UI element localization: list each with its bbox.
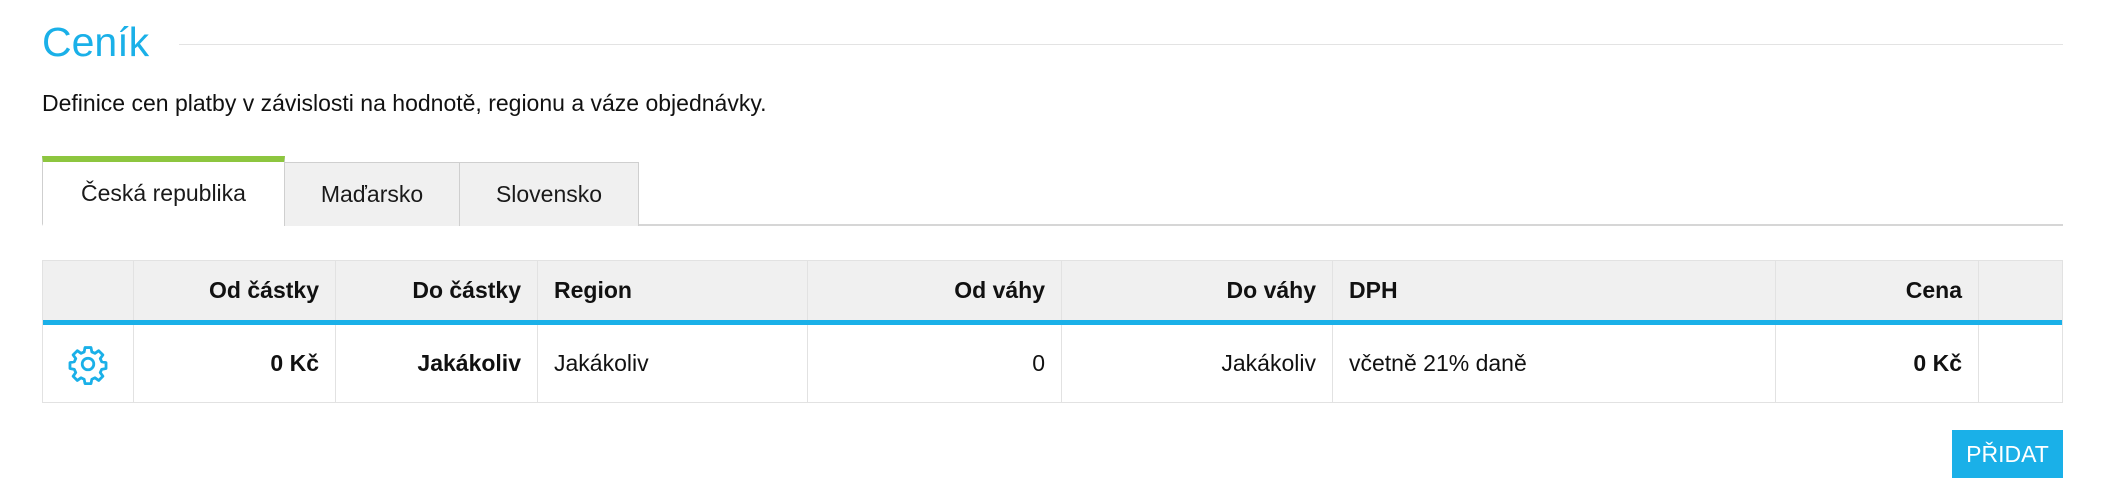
column-header-from-weight: Od váhy [808, 261, 1062, 320]
cell-extra [1979, 325, 2062, 402]
tab-label: Česká republika [81, 179, 246, 206]
column-header-actions [43, 261, 134, 320]
column-header-region: Region [538, 261, 808, 320]
table-header: Od částky Do částky Region Od váhy Do vá… [43, 261, 2062, 325]
pricing-table: Od částky Do částky Region Od váhy Do vá… [42, 260, 2063, 403]
cell-from-weight: 0 [808, 325, 1062, 402]
tab-czech-republic[interactable]: Česká republika [42, 156, 285, 226]
add-button[interactable]: PŘIDAT [1952, 430, 2063, 478]
page-description: Definice cen platby v závislosti na hodn… [42, 90, 767, 116]
column-header-price: Cena [1776, 261, 1979, 320]
tab-label: Maďarsko [320, 181, 424, 207]
title-row: Ceník [42, 12, 2063, 72]
cell-to-amount: Jakákoliv [336, 325, 538, 402]
cell-to-weight: Jakákoliv [1062, 325, 1333, 402]
gear-icon[interactable] [67, 343, 109, 385]
region-tabs: Česká republika Maďarsko Slovensko [42, 156, 2063, 226]
table-row: 0 Kč Jakákoliv Jakákoliv 0 Jakákoliv vče… [43, 325, 2062, 402]
cell-region: Jakákoliv [538, 325, 808, 402]
row-actions-cell [43, 325, 134, 402]
cell-vat: včetně 21% daně [1333, 325, 1776, 402]
column-header-extra [1979, 261, 2062, 320]
column-header-to-amount: Do částky [336, 261, 538, 320]
pricing-page: Ceník Definice cen platby v závislosti n… [0, 0, 2105, 493]
title-divider [179, 43, 2063, 45]
page-title: Ceník [42, 18, 150, 65]
column-header-vat: DPH [1333, 261, 1776, 320]
cell-price: 0 Kč [1776, 325, 1979, 402]
tab-label: Slovensko [495, 181, 603, 207]
cell-from-amount: 0 Kč [134, 325, 336, 402]
tab-hungary[interactable]: Maďarsko [284, 162, 460, 226]
column-header-from-amount: Od částky [134, 261, 336, 320]
tab-slovakia[interactable]: Slovensko [459, 162, 639, 226]
column-header-to-weight: Do váhy [1062, 261, 1333, 320]
